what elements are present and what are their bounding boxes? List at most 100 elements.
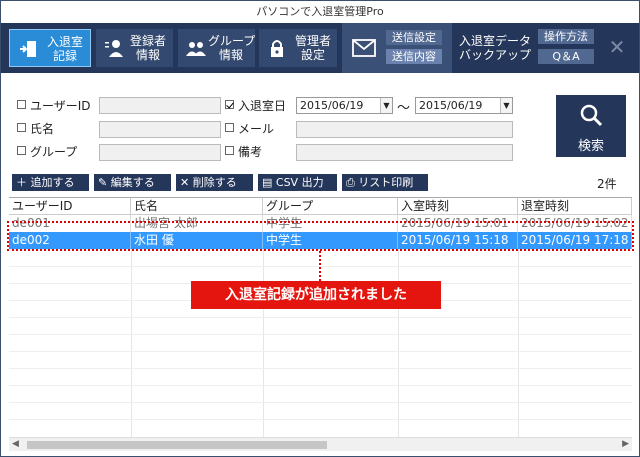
mail-label: メール [238,122,275,136]
add-button[interactable]: ＋ 追加する [12,174,89,191]
send-settings-button[interactable]: 送信設定 [386,30,442,45]
registrant-info-button[interactable]: 登録者 情報 [96,29,173,67]
mail-section: 送信設定 送信内容 [342,23,452,73]
lock-icon [271,40,283,57]
group-icon [186,42,206,56]
checkbox-icon [225,146,234,155]
x-icon: ✕ [180,176,193,189]
checkbox-icon [17,100,26,109]
record-count: 2件 [597,177,617,191]
grid-line [398,249,399,437]
cell-out-time: 2015/06/19 17:18 [518,232,632,249]
cell-user-id: de002 [9,232,131,249]
column-header-name[interactable]: 氏名 [131,198,263,215]
backup-button[interactable]: 入退室データ バックアップ [457,29,533,67]
cell-name: 出場宮 太郎 [131,215,263,232]
name-checkbox[interactable]: 氏名 [17,121,54,137]
checkbox-icon [17,146,26,155]
user-id-input[interactable] [99,97,221,114]
group-checkbox[interactable]: グループ [17,144,77,160]
scrollbar-thumb[interactable] [27,441,327,449]
annotation-leader [319,251,321,281]
print-list-label: リスト印刷 [358,176,414,189]
column-header-in-time[interactable]: 入室時刻 [398,198,518,215]
note-label: 備考 [238,145,263,159]
chevron-down-icon[interactable]: ▼ [500,98,512,113]
grid-line [518,249,519,437]
action-bar: ＋ 追加する ✎ 編集する ✕ 削除する ▤ CSV 出力 ⎙ リスト印刷 2件 [1,173,639,193]
grid-line [9,334,632,335]
name-input[interactable] [99,121,221,138]
delete-button[interactable]: ✕ 削除する [176,174,253,191]
column-header-group[interactable]: グループ [263,198,398,215]
pencil-icon: ✎ [98,176,111,189]
search-button-label: 検索 [577,139,604,154]
records-table: ユーザーID 氏名 グループ 入室時刻 退室時刻 de001 出場宮 太郎 中学… [9,197,632,437]
delete-button-label: 削除する [192,176,237,189]
backup-label: 入退室データ バックアップ [458,34,531,62]
user-id-checkbox[interactable]: ユーザーID [17,98,91,114]
grid-line [9,402,632,403]
main-toolbar: 入退室 記録 登録者 情報 グループ 情報 管理者 設定 送信設定 送信内容 入… [1,23,639,73]
admin-settings-button[interactable]: 管理者 設定 [259,29,337,67]
scroll-left-icon[interactable]: ◀ [12,439,19,449]
date-to-picker[interactable]: 2015/06/19 ▼ [415,97,513,114]
edit-button[interactable]: ✎ 編集する [94,174,171,191]
printer-icon: ⎙ [346,176,359,189]
cell-group: 中学生 [263,215,398,232]
cell-in-time: 2015/06/19 15:01 [398,215,518,232]
print-list-button[interactable]: ⎙ リスト印刷 [342,174,428,191]
csv-export-button[interactable]: ▤ CSV 出力 [258,174,337,191]
room-record-button[interactable]: 入退室 記録 [9,29,91,67]
chevron-down-icon[interactable]: ▼ [380,98,392,113]
edit-button-label: 編集する [110,176,155,189]
grid-line [131,249,132,437]
name-label: 氏名 [30,122,55,136]
search-icon [580,104,603,127]
user-id-label: ユーザーID [30,99,91,113]
document-icon: ▤ [262,176,276,189]
column-header-out-time[interactable]: 退室時刻 [518,198,632,215]
admin-settings-label: 管理者 設定 [294,34,331,62]
date-checkbox[interactable]: 入退室日 [225,98,286,114]
group-info-button[interactable]: グループ 情報 [178,29,255,67]
group-input[interactable] [99,144,221,161]
checkbox-checked-icon [225,100,234,109]
table-row-selected[interactable]: de002 水田 優 中学生 2015/06/19 15:18 2015/06/… [9,232,632,249]
group-label: グループ [30,145,78,159]
scroll-right-icon[interactable]: ▶ [622,439,629,449]
date-to-value: 2015/06/19 [419,99,483,112]
mail-input[interactable] [296,121,513,138]
cell-in-time: 2015/06/19 15:18 [398,232,518,249]
room-record-label: 入退室 記録 [46,35,83,63]
plus-icon: ＋ [16,176,31,189]
app-window: パソコンで入退室管理Pro 入退室 記録 登録者 情報 グループ 情報 管理者 … [0,0,640,457]
grid-line [9,317,632,318]
person-list-icon [105,40,123,57]
qa-button[interactable]: Q＆A [538,49,594,64]
annotation-callout: 入退室記録が追加されました [191,281,441,309]
grid-line [9,419,632,420]
add-button-label: 追加する [30,176,75,189]
column-header-user-id[interactable]: ユーザーID [9,198,131,215]
window-title: パソコンで入退室管理Pro [1,1,639,23]
help-button[interactable]: 操作方法 [538,29,594,44]
cell-group: 中学生 [263,232,398,249]
horizontal-scrollbar[interactable]: ◀ ▶ [9,437,632,451]
send-content-button[interactable]: 送信内容 [386,49,442,64]
search-button[interactable]: 検索 [556,95,626,157]
registrant-info-label: 登録者 情報 [129,34,166,62]
grid-line [9,385,632,386]
date-from-value: 2015/06/19 [300,99,364,112]
cell-name: 水田 優 [131,232,263,249]
note-checkbox[interactable]: 備考 [225,144,262,160]
date-label: 入退室日 [238,99,287,113]
date-from-picker[interactable]: 2015/06/19 ▼ [296,97,393,114]
close-icon[interactable]: ✕ [605,35,629,59]
note-input[interactable] [296,144,513,161]
checkbox-icon [225,123,234,132]
cell-user-id: de001 [9,215,131,232]
checkbox-icon [17,123,26,132]
mail-checkbox[interactable]: メール [225,121,274,137]
date-range-separator: 〜 [397,101,411,116]
